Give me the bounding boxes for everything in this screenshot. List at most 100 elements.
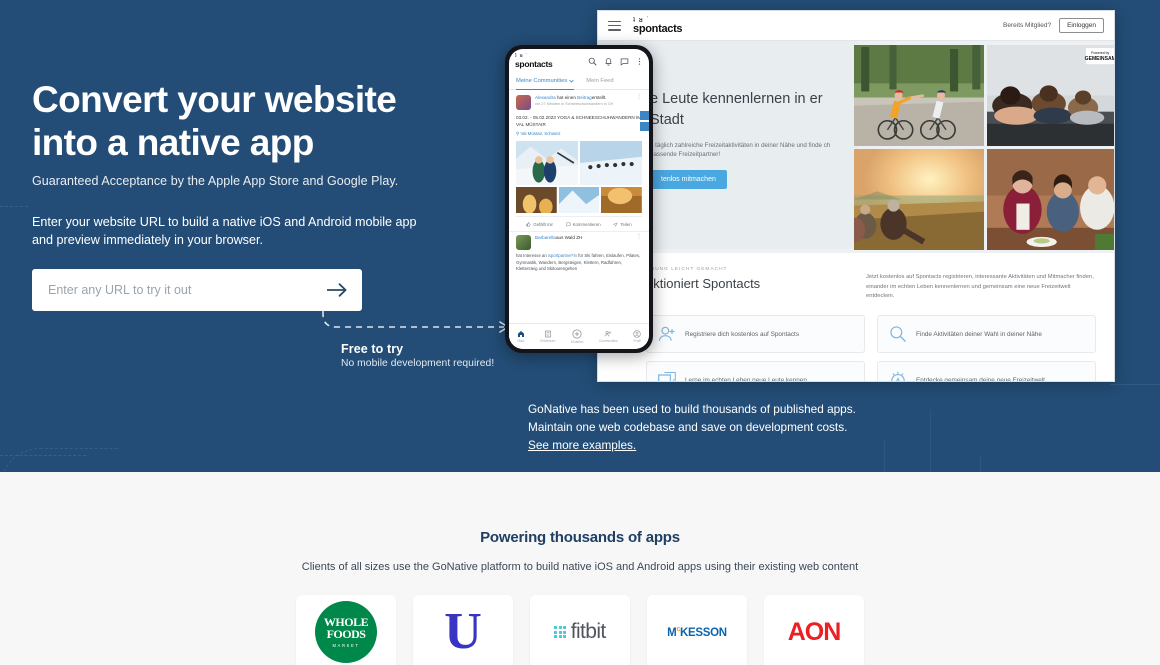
nav-item-erstellen[interactable]: Erstellen xyxy=(571,329,583,344)
chat-bubbles-icon xyxy=(658,372,676,381)
feature-card-label: Registriere dich kostenlos auf Spontacts xyxy=(685,330,800,338)
thumbs-up-icon xyxy=(526,222,531,227)
logo-card-unilever[interactable]: U xyxy=(413,595,513,665)
svg-text:GEMEINSAM: GEMEINSAM xyxy=(1084,56,1115,62)
phone-post2-author: Barbarellaaus Wald ZH xyxy=(535,235,632,240)
feature-card[interactable]: Lerne im echten Leben neue Leute kennen xyxy=(646,361,865,382)
nav-label: Profil xyxy=(633,339,641,343)
more-vertical-icon[interactable]: ⋮ xyxy=(636,234,642,240)
phone-mockup: ʇ ᴚ ˙ spontacts Meine Communities Mein F… xyxy=(505,45,653,353)
author-action-tail: erstellt. xyxy=(591,95,607,100)
svg-text:Powered by: Powered by xyxy=(1091,51,1109,55)
user-plus-icon xyxy=(658,326,675,341)
phone-header-icons xyxy=(588,57,643,66)
blurb-line-2: Maintain one web codebase and save on de… xyxy=(528,419,848,434)
photo-candles xyxy=(516,187,557,213)
decorative-hline xyxy=(1110,384,1160,385)
mck-rest: KESSON xyxy=(680,626,727,639)
search-icon[interactable] xyxy=(588,57,597,66)
avatar xyxy=(516,95,531,110)
desktop-section-kicker: GNUNG LEICHT GEMACHT xyxy=(646,267,728,272)
chat-icon[interactable] xyxy=(620,57,629,66)
decorative-dashline xyxy=(0,455,86,456)
decorative-vline xyxy=(930,410,931,472)
desktop-body: e Leute kennenlernen in er Stadt h tägli… xyxy=(598,41,1115,382)
phone-post-title: 03.02. - 05.02.2023 YOGA & SCHNEESCHUHWA… xyxy=(516,115,642,127)
nav-item-entdecken[interactable]: Entdecken xyxy=(540,330,555,343)
nav-item-profil[interactable]: Profil xyxy=(633,330,641,343)
unilever-logo: U xyxy=(444,603,482,660)
fitbit-logo: fitbit xyxy=(554,620,607,644)
feature-card[interactable]: Entdecke gemeinsam deine neue Freizeitwe… xyxy=(877,361,1096,382)
logo-card-mckesson[interactable]: McKESSON xyxy=(647,595,747,665)
feature-card-label: Lerne im echten Leben neue Leute kennen xyxy=(685,376,807,382)
phone-post2-header: Barbarellaaus Wald ZH ⋮ xyxy=(516,234,642,250)
tab-label: Mein Feed xyxy=(586,78,614,84)
url-input[interactable] xyxy=(48,283,324,297)
desktop-topbar-right: Bereits Mitglied? Einloggen xyxy=(1003,18,1104,33)
nav-item-communities[interactable]: Communities xyxy=(599,330,618,343)
phone-post-author: Alexandra hat einen Beitragerstellt. xyxy=(535,95,632,100)
photo-sunset-hikers xyxy=(854,149,984,250)
desktop-section-paragraph: Jetzt kostenlos auf Spontacts registrier… xyxy=(866,274,1094,299)
comment-button[interactable]: Kommentieren xyxy=(566,222,601,227)
photo-snow-peak xyxy=(558,187,600,213)
users-icon xyxy=(604,331,612,337)
spontacts-logo: ʇ ᴚ ˙ spontacts xyxy=(515,53,553,69)
free-to-try-subtitle: No mobile development required! xyxy=(341,358,495,369)
author-name[interactable]: Barbarella xyxy=(535,235,556,240)
tab-mein-feed[interactable]: Mein Feed xyxy=(586,78,613,84)
author-object[interactable]: Beitrag xyxy=(577,95,592,100)
feature-card-label: Entdecke gemeinsam deine neue Freizeitwe… xyxy=(916,376,1045,382)
clients-heading: Powering thousands of apps xyxy=(480,529,680,546)
hamburger-menu-icon[interactable] xyxy=(608,20,621,31)
plus-circle-icon xyxy=(572,329,582,339)
url-form xyxy=(32,269,362,311)
decorative-vline xyxy=(980,455,981,472)
hero-subtitle: Guaranteed Acceptance by the Apple App S… xyxy=(32,174,399,188)
author-action: hat einen xyxy=(556,95,576,100)
desktop-hero-cta-button[interactable]: tenlos mitmachen xyxy=(650,170,727,189)
logo-card-fitbit[interactable]: fitbit xyxy=(530,595,630,665)
comment-label: Kommentieren xyxy=(572,222,601,227)
logo-card-aon[interactable]: AON xyxy=(764,595,864,665)
phone-post-header: Alexandra hat einen Beitragerstellt. vor… xyxy=(516,94,642,110)
magnifier-icon xyxy=(890,326,906,342)
post2-body-link[interactable]: Sportpartner*in xyxy=(548,253,577,258)
spontacts-logo-text: spontacts xyxy=(633,22,683,35)
avatar xyxy=(516,235,531,250)
like-button[interactable]: Gefällt mir xyxy=(526,222,553,227)
location-label: Val Müstair, Schweiz xyxy=(520,131,561,136)
like-label: Gefällt mir xyxy=(533,222,553,227)
more-vertical-icon[interactable]: ⋮ xyxy=(636,94,642,100)
chevron-down-icon xyxy=(569,79,575,83)
login-button[interactable]: Einloggen xyxy=(1059,18,1104,33)
desktop-hero-heading: e Leute kennenlernen in er Stadt xyxy=(650,91,823,128)
tab-label: Meine Communities xyxy=(516,77,568,84)
feature-card[interactable]: Registriere dich kostenlos auf Spontacts xyxy=(646,315,865,353)
logo-card-whole-foods[interactable]: WHOLE FOODS MARKET xyxy=(296,595,396,665)
bell-icon[interactable] xyxy=(604,57,613,66)
see-more-examples-link[interactable]: See more examples. xyxy=(528,437,636,455)
nav-label: Erstellen xyxy=(571,340,584,344)
nav-item-start[interactable]: Start xyxy=(517,330,525,343)
more-vertical-icon[interactable] xyxy=(636,57,643,66)
tab-meine-communities[interactable]: Meine Communities xyxy=(516,73,575,90)
nav-label: Communities xyxy=(599,339,618,343)
phone-post-location[interactable]: ⚲ Val Müstair, Schweiz xyxy=(516,131,642,137)
desktop-howitworks-section: GNUNG LEICHT GEMACHT nktioniert Spontact… xyxy=(598,253,1114,382)
desktop-hero-paragraph: h täglich zahlreiche Freizeitaktivitäten… xyxy=(650,142,831,158)
author-tail: aus Wald ZH xyxy=(555,235,583,240)
phone-side-pills xyxy=(640,111,649,133)
photo-snow-trail xyxy=(580,141,642,185)
photo-cooking-class xyxy=(986,149,1114,250)
spontacts-logo-text: spontacts xyxy=(515,58,553,69)
share-icon xyxy=(613,222,618,227)
author-name[interactable]: Alexandra xyxy=(535,95,556,100)
feature-card[interactable]: Finde Aktivitäten deiner Wahl in deiner … xyxy=(877,315,1096,353)
hero-title-line1: Convert your website xyxy=(32,79,397,120)
clients-section: Powering thousands of apps Clients of al… xyxy=(0,472,1160,665)
fitbit-wordmark: fitbit xyxy=(570,620,607,643)
wf-line2: FOODS xyxy=(326,627,366,641)
share-button[interactable]: Teilen xyxy=(613,222,632,227)
